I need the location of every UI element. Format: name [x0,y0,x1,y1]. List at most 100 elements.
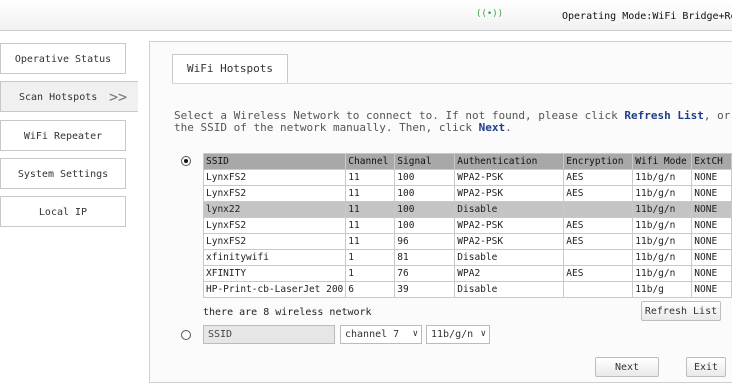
table-row[interactable]: xfinitywifi 1 81 Disable 11b/g/n NONE [202,249,732,266]
cell-channel: 6 [345,281,396,298]
sidebar-item-operative-status[interactable]: Operative Status [0,43,126,74]
cell-signal: 81 [394,249,456,266]
instructions-text: Select a Wireless Network to connect to.… [174,110,732,134]
cell-encryption: AES [563,233,634,250]
cell-ssid: HP-Print-cb-LaserJet 200 [202,281,347,298]
cell-signal: 100 [394,169,456,186]
cell-extch: NONE [691,265,732,282]
cell-authentication: WPA2-PSK [454,169,565,186]
hotspot-table: SSID Channel Signal Authentication Encry… [202,153,732,298]
wifi-mode-select-value: 11b/g/n [431,329,474,340]
cell-ssid: LynxFS2 [202,217,347,234]
cell-channel: 11 [345,201,396,218]
cell-channel: 11 [345,217,396,234]
table-row[interactable]: LynxFS2 11 96 WPA2-PSK AES 11b/g/n NONE [202,233,732,250]
sidebar-item-wifi-repeater[interactable]: WiFi Repeater [0,120,126,151]
cell-extch: NONE [691,185,732,202]
sidebar-item-system-settings[interactable]: System Settings [0,158,126,189]
column-header-authentication[interactable]: Authentication [454,153,565,170]
cell-channel: 11 [345,233,396,250]
sidebar-item-scan-hotspots[interactable]: Scan Hotspots >> [0,81,138,112]
cell-authentication: Disable [454,249,565,266]
column-header-channel[interactable]: Channel [345,153,396,170]
cell-wifi-mode: 11b/g/n [632,217,693,234]
tab-wifi-hotspots[interactable]: WiFi Hotspots [172,54,288,84]
table-row[interactable]: LynxFS2 11 100 WPA2-PSK AES 11b/g/n NONE [202,185,732,202]
cell-encryption: AES [563,169,634,186]
table-row[interactable]: LynxFS2 11 100 WPA2-PSK AES 11b/g/n NONE [202,217,732,234]
ssid-input[interactable]: SSID [203,325,335,344]
table-row[interactable]: HP-Print-cb-LaserJet 200 6 39 Disable 11b/g N… [202,281,732,298]
cell-authentication: Disable [454,281,565,298]
column-header-signal[interactable]: Signal [394,153,456,170]
refresh-list-button[interactable]: Refresh List [641,301,721,321]
chevron-down-icon: ∨ [412,329,418,339]
cell-encryption [563,281,634,298]
sidebar-item-label: Scan Hotspots [19,92,98,103]
cell-encryption: AES [563,185,634,202]
cell-wifi-mode: 11b/g/n [632,185,693,202]
manual-ssid-radio[interactable] [181,330,191,340]
channel-select[interactable]: channel 7 ∨ [340,325,422,344]
cell-channel: 11 [345,169,396,186]
cell-encryption [563,249,634,266]
cell-wifi-mode: 11b/g/n [632,201,693,218]
cell-authentication: WPA2-PSK [454,217,565,234]
cell-extch: NONE [691,281,732,298]
instructions-line1-end: , or ente [703,109,732,122]
column-header-extch[interactable]: ExtCH [691,153,732,170]
sidebar-item-label: System Settings [17,169,109,180]
cell-ssid: LynxFS2 [202,169,347,186]
operating-mode: Operating Mode:WiFi Bridge+Rep [562,11,732,22]
top-bar: ((•)) Operating Mode:WiFi Bridge+Rep [0,0,732,31]
cell-channel: 1 [345,265,396,282]
refresh-list-link: Refresh List [624,109,704,122]
cell-signal: 76 [394,265,456,282]
next-link: Next [478,121,506,134]
scan-list-radio[interactable] [181,156,191,166]
exit-button[interactable]: Exit [686,357,726,377]
network-count: there are 8 wireless network [203,307,372,318]
cell-authentication: WPA2-PSK [454,233,565,250]
operating-mode-value: WiFi Bridge+Rep [652,11,732,22]
cell-channel: 11 [345,185,396,202]
column-header-ssid[interactable]: SSID [202,153,347,170]
cell-authentication: Disable [454,201,565,218]
table-row[interactable]: lynx22 11 100 Disable 11b/g/n NONE [202,201,732,218]
cell-ssid: LynxFS2 [202,185,347,202]
cell-extch: NONE [691,169,732,186]
column-header-wifi-mode[interactable]: Wifi Mode [632,153,693,170]
sidebar-item-label: WiFi Repeater [23,131,103,142]
table-row[interactable]: XFINITY 1 76 WPA2 AES 11b/g/n NONE [202,265,732,282]
cell-wifi-mode: 11b/g/n [632,249,693,266]
wifi-signal-icon: ((•)) [476,9,504,19]
cell-ssid: XFINITY [202,265,347,282]
sidebar-item-local-ip[interactable]: Local IP [0,196,126,227]
cell-wifi-mode: 11b/g/n [632,233,693,250]
tab-divider [172,83,732,84]
cell-wifi-mode: 11b/g/n [632,265,693,282]
cell-signal: 96 [394,233,456,250]
sidebar-item-label: Local IP [38,207,88,218]
cell-ssid: xfinitywifi [202,249,347,266]
cell-wifi-mode: 11b/g/n [632,169,693,186]
next-button[interactable]: Next [595,357,659,377]
cell-encryption [563,201,634,218]
cell-signal: 100 [394,201,456,218]
cell-ssid: LynxFS2 [202,233,347,250]
cell-extch: NONE [691,201,732,218]
wifi-mode-select[interactable]: 11b/g/n ∨ [426,325,490,344]
table-row[interactable]: LynxFS2 11 100 WPA2-PSK AES 11b/g/n NONE [202,169,732,186]
cell-encryption: AES [563,265,634,282]
cell-authentication: WPA2 [454,265,565,282]
cell-extch: NONE [691,233,732,250]
cell-signal: 100 [394,217,456,234]
cell-signal: 100 [394,185,456,202]
sidebar-item-label: Operative Status [14,54,112,65]
operating-mode-label: Operating Mode: [562,11,653,22]
double-chevron-right-icon: >> [109,88,128,106]
instructions-line2: the SSID of the network manually. Then, … [174,121,479,134]
chevron-down-icon: ∨ [480,329,486,339]
column-header-encryption[interactable]: Encryption [563,153,634,170]
cell-encryption: AES [563,217,634,234]
